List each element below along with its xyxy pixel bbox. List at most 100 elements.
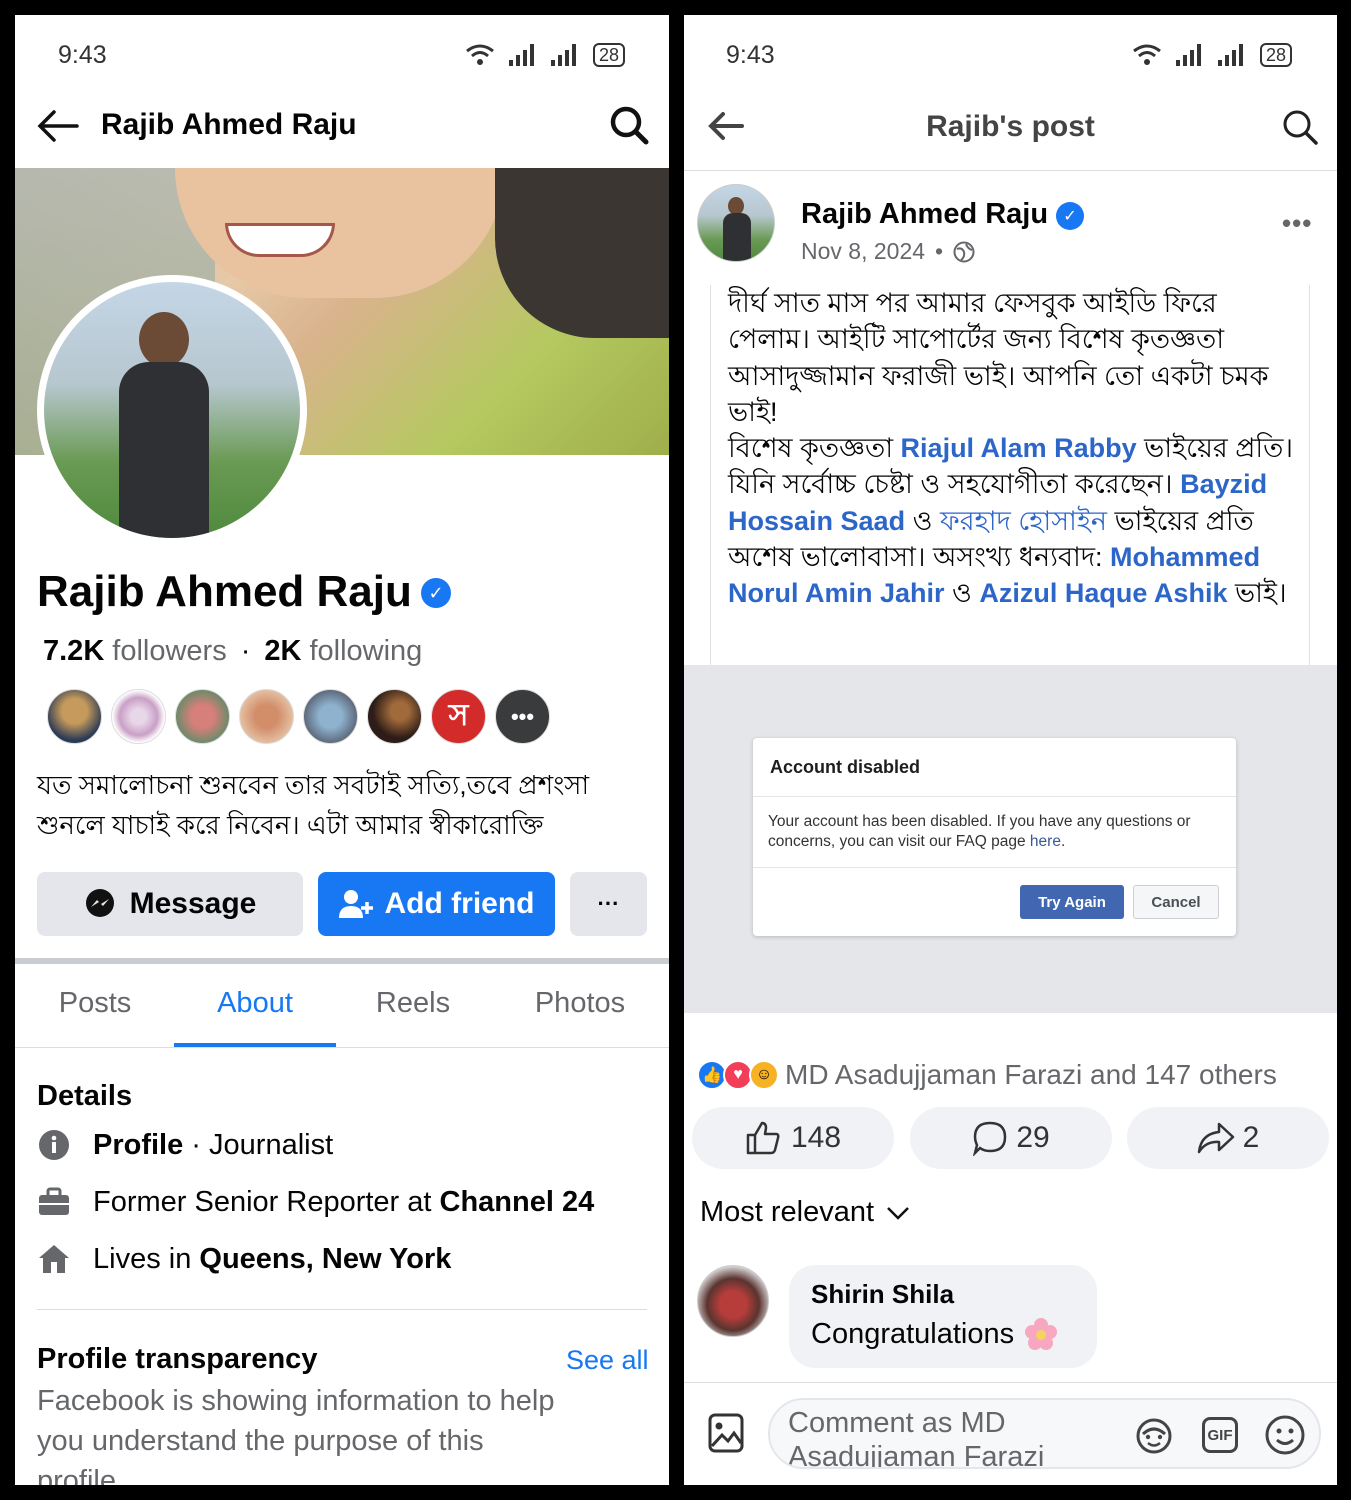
battery-indicator: 28 [1260, 43, 1293, 67]
section-divider [15, 958, 669, 964]
comment-placeholder: Comment as MD Asadujjaman Farazi [788, 1407, 1045, 1469]
transparency-heading: Profile transparency [37, 1343, 318, 1375]
home-icon [37, 1242, 71, 1276]
like-icon [746, 1121, 780, 1155]
tab-reels[interactable]: Reels [333, 987, 493, 1020]
chevron-down-icon [887, 1206, 909, 1220]
detail-work: Former Senior Reporter at Channel 24 [37, 1185, 594, 1219]
following-count: 2K [264, 635, 302, 667]
search-icon[interactable] [1282, 109, 1318, 145]
post-text: দীর্ঘ সাত মাস পর আমার ফেসবুক আইডি ফিরে প… [728, 285, 1298, 612]
see-all-link[interactable]: See all [566, 1345, 649, 1376]
avatar-sticker-icon[interactable] [1134, 1416, 1174, 1456]
back-arrow-icon[interactable] [37, 109, 79, 143]
followers-label: followers [112, 635, 227, 667]
photo-icon[interactable] [708, 1413, 744, 1453]
mention-link[interactable]: ফরহাদ হোসাইন [940, 506, 1107, 536]
profile-screen: 9:43 28 Rajib Ahmed Raju Rajib Ahmed Raj… [15, 15, 669, 1485]
work-place[interactable]: Channel 24 [440, 1186, 595, 1219]
faq-link[interactable]: here [1030, 833, 1061, 850]
friend-avatar[interactable] [367, 689, 422, 744]
mention-link[interactable]: Riajul Alam Rabby [901, 433, 1137, 463]
author-name[interactable]: Rajib Ahmed Raju [801, 198, 1048, 231]
reactions-summary[interactable]: 👍 ♥ ☺ MD Asadujjaman Farazi and 147 othe… [697, 1059, 1277, 1091]
following-label: following [309, 635, 423, 667]
dialog-body-text: Your account has been disabled. If you h… [768, 813, 1191, 850]
sort-label: Most relevant [700, 1196, 875, 1228]
flower-emoji-icon [1025, 1318, 1058, 1350]
transparency-text: Facebook is showing information to help … [37, 1385, 555, 1485]
post-text-run: বিশেষ কৃতজ্ঞতা [728, 433, 901, 464]
follow-stats[interactable]: 7.2K followers · 2K following [43, 635, 422, 668]
wifi-icon [1133, 44, 1161, 65]
tab-about[interactable]: About [175, 987, 335, 1020]
like-count: 148 [790, 1121, 842, 1154]
battery-indicator: 28 [593, 43, 626, 67]
more-options-button[interactable]: ··· [570, 872, 647, 936]
share-button[interactable]: 2 [1127, 1107, 1329, 1169]
tab-photos[interactable]: Photos [500, 987, 660, 1020]
post-meta: Nov 8, 2024 • [801, 238, 975, 265]
composer-divider [684, 1382, 1337, 1383]
post-image[interactable]: Account disabled Your account has been d… [684, 665, 1337, 1013]
comment-count: 29 [1016, 1121, 1050, 1154]
friend-avatar[interactable] [47, 689, 102, 744]
friend-avatar[interactable] [175, 689, 230, 744]
lives-place[interactable]: Queens, New York [199, 1243, 451, 1276]
dialog-divider [753, 796, 1236, 797]
dialog-body: Your account has been disabled. If you h… [768, 812, 1228, 852]
comment-button[interactable]: 29 [910, 1107, 1112, 1169]
friend-avatar[interactable] [239, 689, 294, 744]
more-friends-icon[interactable]: ••• [495, 689, 550, 744]
meta-separator: • [935, 238, 944, 264]
message-button[interactable]: Message [37, 872, 303, 936]
status-icons: 28 [1132, 43, 1293, 67]
author-avatar[interactable] [697, 184, 775, 262]
header-divider [684, 170, 1337, 171]
wifi-icon [466, 44, 494, 65]
tab-posts[interactable]: Posts [15, 987, 175, 1020]
profile-label: Profile [93, 1128, 184, 1161]
profile-separator: · [183, 1128, 210, 1161]
profile-avatar[interactable] [37, 275, 307, 545]
profile-bio: যত সমালোচনা শুনবেন তার সবটাই সত্যি,তবে প… [37, 770, 590, 840]
commenter-avatar[interactable] [697, 1265, 769, 1337]
add-friend-button[interactable]: Add friend [318, 872, 555, 936]
post-paragraph: বিশেষ কৃতজ্ঞতা Riajul Alam Rabby ভাইয়ের… [728, 430, 1298, 611]
status-time: 9:43 [726, 41, 775, 69]
friend-avatar[interactable] [111, 689, 166, 744]
info-icon [37, 1128, 71, 1162]
comment-sort-dropdown[interactable]: Most relevant [700, 1196, 910, 1229]
comment-author[interactable]: Shirin Shila [811, 1279, 954, 1310]
comment-input[interactable]: Comment as MD Asadujjaman Farazi GIF [768, 1398, 1321, 1469]
emoji-icon[interactable] [1264, 1414, 1306, 1456]
lives-prefix: Lives in [93, 1242, 200, 1275]
dialog-title: Account disabled [770, 757, 921, 777]
tabs-divider [15, 1047, 669, 1048]
message-label: Message [129, 887, 257, 920]
friend-avatar[interactable]: স [431, 689, 486, 744]
dialog-body-period: . [1060, 833, 1066, 850]
status-icons: 28 [465, 43, 626, 67]
add-friend-label: Add friend [384, 887, 535, 920]
reactions-text: MD Asadujjaman Farazi and 147 others [785, 1059, 1277, 1090]
post-date[interactable]: Nov 8, 2024 [801, 238, 925, 265]
post-paragraph: দীর্ঘ সাত মাস পর আমার ফেসবুক আইডি ফিরে প… [728, 288, 1269, 427]
signal-icon [551, 44, 576, 66]
gif-icon[interactable]: GIF [1202, 1417, 1238, 1453]
comment-bubble: Shirin Shila Congratulations [789, 1265, 1097, 1368]
mention-link[interactable]: Azizul Haque Ashik [979, 578, 1227, 608]
search-icon[interactable] [609, 105, 649, 145]
try-again-button: Try Again [1020, 885, 1124, 919]
comment-body: Congratulations [811, 1317, 1058, 1351]
post-options-icon[interactable]: ••• [1282, 208, 1312, 239]
post-text-run: ভাই। [1227, 578, 1287, 609]
add-friend-icon [338, 890, 373, 918]
friend-avatar[interactable] [303, 689, 358, 744]
post-text-run: ও [905, 505, 940, 536]
messenger-icon [85, 889, 114, 917]
like-button[interactable]: 148 [692, 1107, 894, 1169]
followers-count: 7.2K [43, 635, 105, 667]
post-screen: 9:43 28 Rajib's post Rajib Ahmed Raju ✓ … [684, 15, 1337, 1485]
verified-icon: ✓ [421, 578, 451, 608]
